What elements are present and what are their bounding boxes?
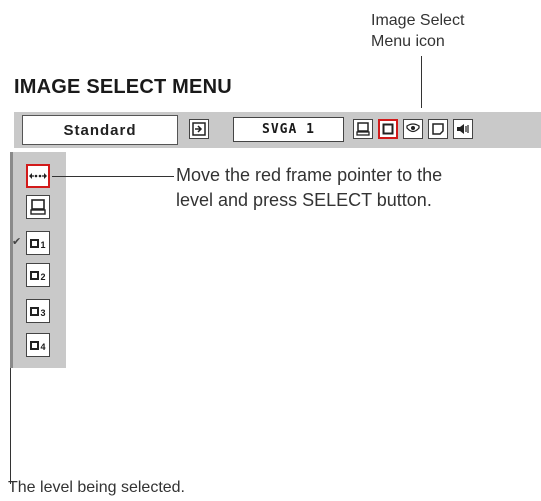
image-square-icon: [30, 270, 40, 280]
level-item-4[interactable]: 4: [26, 333, 50, 357]
level-number: 2: [40, 271, 46, 282]
level-panel: ✔ 1 2 3 4: [10, 152, 66, 368]
pointer-leader-line: [52, 176, 174, 177]
mode-display[interactable]: Standard: [22, 115, 178, 145]
level-pointer-item[interactable]: [26, 164, 50, 188]
level-selected-leader-line: [10, 368, 11, 484]
menu-icon-callout-line1: Image Select: [371, 12, 465, 29]
input-icon[interactable]: [189, 119, 209, 139]
image-adjust-icon[interactable]: [403, 119, 423, 139]
menu-icon-callout: Image Select Menu icon: [371, 10, 464, 52]
source-display[interactable]: SVGA 1: [233, 117, 344, 142]
panel-rail: [10, 152, 13, 368]
level-item-2[interactable]: 2: [26, 263, 50, 287]
image-square-icon: [30, 340, 40, 350]
check-mark-icon: ✔: [12, 236, 22, 248]
pointer-callout: Move the red frame pointer to the level …: [176, 163, 442, 213]
computer-icon: [30, 199, 46, 215]
pointer-callout-line1: Move the red frame pointer to the: [176, 165, 443, 185]
menu-icon-leader-line: [421, 56, 422, 108]
menu-title: IMAGE SELECT MENU: [14, 76, 232, 98]
pointer-callout-line2: level and press SELECT button.: [176, 190, 432, 210]
screen-icon[interactable]: [428, 119, 448, 139]
computer-icon[interactable]: [353, 119, 373, 139]
menu-bar: Standard SVGA 1: [14, 112, 541, 148]
move-arrows-icon: [29, 173, 47, 179]
level-item-3[interactable]: 3: [26, 299, 50, 323]
level-computer-item[interactable]: [26, 195, 50, 219]
level-number: 1: [40, 239, 46, 250]
level-number: 3: [40, 307, 46, 318]
image-select-icon[interactable]: [378, 119, 398, 139]
level-number: 4: [40, 341, 46, 352]
sound-icon[interactable]: [453, 119, 473, 139]
image-square-icon: [30, 238, 40, 248]
level-item-1[interactable]: 1: [26, 231, 50, 255]
level-selected-callout: The level being selected.: [8, 479, 185, 496]
menu-icon-callout-line2: Menu icon: [371, 33, 445, 50]
image-square-icon: [30, 306, 40, 316]
